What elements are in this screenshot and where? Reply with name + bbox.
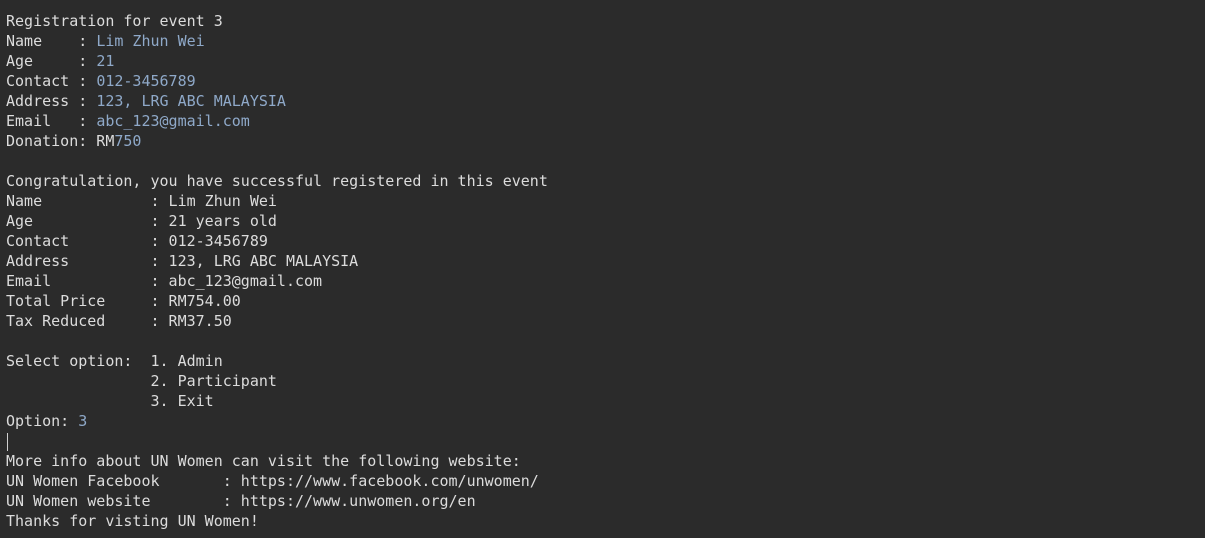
summary-total-price: Total Price : RM754.00 — [6, 292, 241, 310]
reg-email-input: abc_123@gmail.com — [96, 112, 250, 130]
reg-age-input: 21 — [96, 52, 115, 70]
reg-donation-label: Donation: RM — [6, 132, 115, 150]
option-input: 3 — [78, 412, 88, 430]
summary-tax-reduced: Tax Reduced : RM37.50 — [6, 312, 232, 330]
reg-contact-label: Contact : — [6, 72, 97, 90]
summary-address: Address : 123, LRG ABC MALAYSIA — [6, 252, 359, 270]
info-intro: More info about UN Women can visit the f… — [6, 452, 521, 470]
reg-contact-input: 012-3456789 — [96, 72, 196, 90]
reg-age-row: Age : 21 — [6, 51, 548, 71]
reg-name-input: Lim Zhun Wei — [96, 32, 205, 50]
reg-age-label: Age : — [6, 52, 97, 70]
summary-contact: Contact : 012-3456789 — [6, 232, 268, 250]
thanks-message: Thanks for visting UN Women! — [6, 512, 259, 530]
reg-address-input: 123, LRG ABC MALAYSIA — [96, 92, 286, 110]
reg-email-label: Email : — [6, 112, 97, 130]
option-label: Option: — [6, 412, 79, 430]
menu-option-admin: Select option: 1. Admin — [6, 352, 223, 370]
reg-contact-row: Contact : 012-3456789 — [6, 71, 548, 91]
registration-header: Registration for event 3 — [6, 12, 223, 30]
reg-name-row: Name : Lim Zhun Wei — [6, 31, 548, 51]
reg-name-label: Name : — [6, 32, 97, 50]
summary-name: Name : Lim Zhun Wei — [6, 192, 277, 210]
reg-email-row: Email : abc_123@gmail.com — [6, 111, 548, 131]
menu-option-exit: 3. Exit — [6, 392, 214, 410]
console-lines: Registration for event 3 Name : Lim Zhun… — [6, 11, 548, 531]
text-cursor — [7, 432, 8, 451]
reg-address-row: Address : 123, LRG ABC MALAYSIA — [6, 91, 548, 111]
success-message: Congratulation, you have successful regi… — [6, 172, 548, 190]
summary-email: Email : abc_123@gmail.com — [6, 272, 323, 290]
info-facebook: UN Women Facebook : https://www.facebook… — [6, 472, 539, 490]
reg-donation-input: 750 — [114, 132, 142, 150]
cursor-line[interactable] — [6, 431, 548, 451]
option-row: Option: 3 — [6, 411, 548, 431]
reg-address-label: Address : — [6, 92, 97, 110]
summary-age: Age : 21 years old — [6, 212, 277, 230]
console-output[interactable]: Registration for event 3 Name : Lim Zhun… — [0, 0, 1205, 538]
reg-donation-row: Donation: RM750 — [6, 131, 548, 151]
info-website: UN Women website : https://www.unwomen.o… — [6, 492, 476, 510]
menu-option-participant: 2. Participant — [6, 372, 277, 390]
